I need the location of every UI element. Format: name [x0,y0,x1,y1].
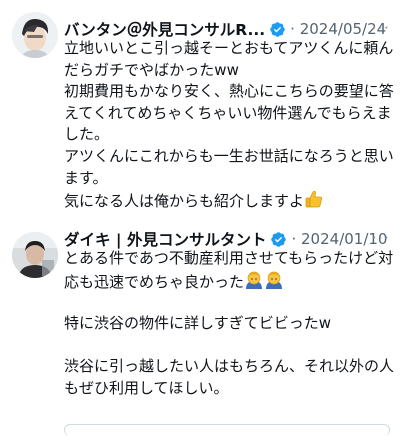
tweet-header: ダイキ | 外見コンサルタント · 2024/01/10 ··· [64,228,390,250]
text-line-emoji: 応も迅速でめちゃ良かった [64,270,392,292]
tweet-text: 立地いいとこ引っ越そーとおもてアツくんに頼ん だらガチでやばかったww 初期費用… [64,38,394,211]
text-line: アツくんにこれからも一生お世話になろうと思い [64,146,394,165]
more-options-icon[interactable]: ··· [372,18,390,37]
quoted-card-edge[interactable] [64,424,390,436]
author-name[interactable]: バンタン＠外見コンサルR... [64,18,265,40]
text-line: ます。 [64,168,108,187]
thumbs-up-emoji-icon [304,189,324,216]
text-line: もぜひ利用してほしい。 [64,378,229,397]
avatar-photo-icon [12,232,58,278]
text-line: 渋谷に引っ越したい人はもちろん、それ以外の人 [64,356,395,375]
text-line-blank [64,334,392,356]
avatar[interactable] [12,12,58,58]
author-name[interactable]: ダイキ | 外見コンサルタント [64,228,266,250]
text-line: えてくれてめちゃくちゃいい物件選んでもらえま [64,103,392,122]
text-line: 初期費用もかなり安く、熱心にこちらの要望に答 [64,82,394,101]
person-bowing-emoji-icon [244,270,284,297]
text-line: 立地いいとこ引っ越そーとおもてアツくんに頼ん [64,39,394,57]
more-options-icon[interactable]: ··· [372,228,390,247]
text-line: だらガチでやばかったww [64,60,239,79]
text-line: とある件であつ不動産利用させてもらったけど対 [64,249,394,267]
tweet-text: とある件であつ不動産利用させてもらったけど対 応も迅速でめちゃ良かった 特に渋谷… [64,248,395,399]
verified-badge-icon [271,231,287,247]
verified-badge-icon [270,21,285,37]
text-line-blank [64,291,392,313]
avatar-photo-icon [12,12,58,58]
avatar[interactable] [12,232,58,278]
text-line-last: 気になる人は俺からも紹介しますよ [64,189,392,211]
text-line: した。 [64,125,110,144]
text-line: 特に渋谷の物件に詳しすぎてビビったw [64,313,331,332]
tweet-header: バンタン＠外見コンサルR... · 2024/05/24 ··· [64,18,390,40]
